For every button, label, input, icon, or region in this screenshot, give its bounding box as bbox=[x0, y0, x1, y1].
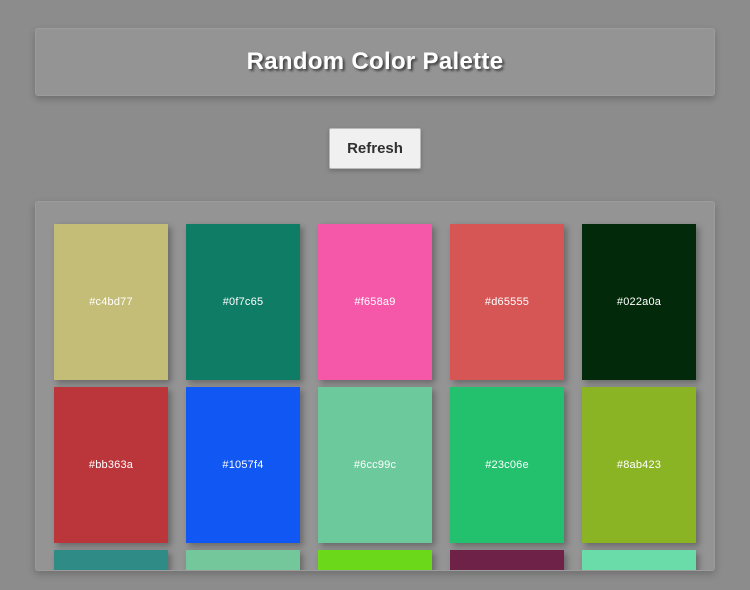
color-swatch[interactable]: #1057f4 bbox=[186, 387, 300, 543]
color-swatch[interactable] bbox=[582, 550, 696, 570]
color-swatch[interactable] bbox=[186, 550, 300, 570]
color-swatch-label: #0f7c65 bbox=[222, 296, 264, 308]
color-swatch-label: #6cc99c bbox=[353, 459, 397, 471]
color-swatch-label: #8ab423 bbox=[616, 459, 662, 471]
color-swatch-label: #23c06e bbox=[485, 459, 529, 471]
color-swatch-label: #f658a9 bbox=[354, 296, 396, 308]
palette-grid: #c4bd77 #0f7c65 #f658a9 #d65555 #022a0a #bb36… bbox=[54, 224, 696, 570]
color-swatch[interactable]: #c4bd77 bbox=[54, 224, 168, 380]
color-swatch-label: #bb363a bbox=[88, 459, 134, 471]
palette-panel: #c4bd77 #0f7c65 #f658a9 #d65555 #022a0a #bb36… bbox=[35, 201, 715, 571]
color-swatch-label: #d65555 bbox=[484, 296, 530, 308]
header-panel: Random Color Palette bbox=[35, 28, 715, 96]
color-swatch[interactable]: #d65555 bbox=[450, 224, 564, 380]
color-swatch[interactable] bbox=[318, 550, 432, 570]
color-swatch[interactable]: #8ab423 bbox=[582, 387, 696, 543]
color-swatch-label: #c4bd77 bbox=[89, 296, 133, 308]
color-swatch[interactable]: #23c06e bbox=[450, 387, 564, 543]
color-swatch[interactable]: #6cc99c bbox=[318, 387, 432, 543]
color-swatch[interactable]: #f658a9 bbox=[318, 224, 432, 380]
color-swatch[interactable]: #022a0a bbox=[582, 224, 696, 380]
color-swatch-label: #022a0a bbox=[616, 296, 662, 308]
page-title: Random Color Palette bbox=[246, 48, 504, 75]
color-swatch[interactable] bbox=[54, 550, 168, 570]
color-swatch[interactable]: #bb363a bbox=[54, 387, 168, 543]
color-swatch[interactable] bbox=[450, 550, 564, 570]
color-swatch[interactable]: #0f7c65 bbox=[186, 224, 300, 380]
color-swatch-label: #1057f4 bbox=[222, 459, 264, 471]
toolbar: Refresh bbox=[35, 128, 715, 169]
refresh-button[interactable]: Refresh bbox=[329, 128, 421, 169]
